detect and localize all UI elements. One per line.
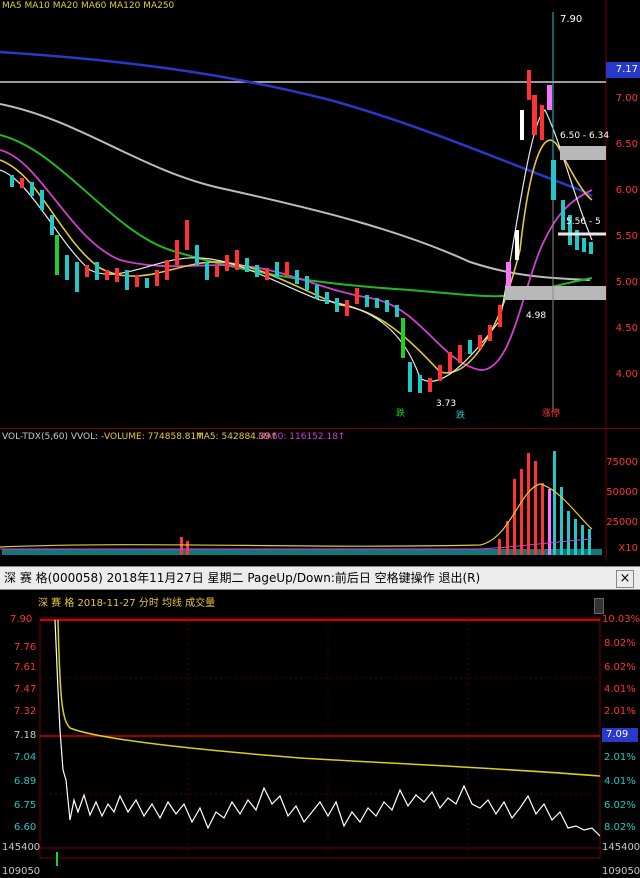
volume-panel[interactable]: VOL-TDX(5,60) VVOL: - VOLUME: 774858.81↑… xyxy=(0,428,640,561)
price-label-550: 5.50 xyxy=(615,231,638,242)
intraday-right-label-0: 10.03% xyxy=(602,614,640,625)
price-label-717: 7.17 xyxy=(615,64,638,75)
close-icon[interactable]: × xyxy=(616,570,634,588)
intraday-right-label-10: 145400 xyxy=(602,842,640,853)
intraday-right-label-5: 7.09 xyxy=(606,729,629,740)
intraday-left-label-8: 6.75 xyxy=(14,800,37,811)
intraday-right-label-9: 8.02% xyxy=(604,822,636,833)
intraday-window-titlebar[interactable]: 深 赛 格(000058) 2018年11月27日 星期二 PageUp/Dow… xyxy=(0,566,640,590)
intraday-panel[interactable]: 深 赛 格 2018-11-27 分时 均线 成交量 7.90 7.76 7.6… xyxy=(0,590,640,877)
volume-chart xyxy=(0,429,607,561)
volume-label-x10: X10 xyxy=(618,543,638,554)
price-label-400: 4.00 xyxy=(615,369,638,380)
intraday-left-label-2: 7.61 xyxy=(14,662,37,673)
price-label-450: 4.50 xyxy=(615,323,638,334)
intraday-left-label-6: 7.04 xyxy=(14,752,37,763)
annotation-bottom: 3.73 xyxy=(436,399,457,409)
price-label-500: 5.00 xyxy=(615,277,638,288)
annotation-low: 4.98 xyxy=(526,311,547,321)
intraday-right-label-2: 6.02% xyxy=(604,662,636,673)
intraday-left-label-7: 6.89 xyxy=(14,776,37,787)
price-label-700: 7.00 xyxy=(615,93,638,104)
intraday-left-label-4: 7.32 xyxy=(14,706,37,717)
intraday-chart xyxy=(39,617,601,866)
annotation-mid1: 6.50 - 6.34 xyxy=(560,131,610,141)
marker-3: 涨停 xyxy=(542,409,561,419)
intraday-bottom-left: 109050 xyxy=(2,866,41,877)
volume-label-75000: 75000 xyxy=(606,457,638,468)
intraday-left-label-5: 7.18 xyxy=(14,730,37,741)
intraday-left-label-3: 7.47 xyxy=(14,684,37,695)
intraday-right-label-1: 8.02% xyxy=(604,638,636,649)
intraday-right-label-4: 2.01% xyxy=(604,706,636,717)
candlestick-panel[interactable]: MA5 MA10 MA20 MA60 MA120 MA250 7.17 7.00… xyxy=(0,0,640,428)
intraday-left-label-9: 6.60 xyxy=(14,822,37,833)
price-label-600: 6.00 xyxy=(615,185,638,196)
intraday-left-label-10: 145400 xyxy=(2,842,41,853)
candle-chart xyxy=(0,0,607,428)
intraday-bottom-right: 109050 xyxy=(602,866,640,877)
marker-2: 跌 xyxy=(456,411,466,421)
intraday-right-label-8: 6.02% xyxy=(604,800,636,811)
intraday-left-label-0: 7.90 xyxy=(10,614,33,625)
intraday-right-label-3: 4.01% xyxy=(604,684,636,695)
annotation-high: 7.90 xyxy=(560,14,583,25)
price-label-650: 6.50 xyxy=(615,139,638,150)
marker-1: 跌 xyxy=(396,409,406,419)
intraday-left-label-1: 7.76 xyxy=(14,642,37,653)
volume-label-25000: 25000 xyxy=(606,517,638,528)
annotation-mid2: 5.56 - 5 xyxy=(566,217,601,227)
window-title: 深 赛 格(000058) 2018年11月27日 星期二 PageUp/Dow… xyxy=(4,571,481,585)
intraday-right-label-6: 2.01% xyxy=(604,752,636,763)
intraday-right-label-7: 4.01% xyxy=(604,776,636,787)
volume-label-50000: 50000 xyxy=(606,487,638,498)
